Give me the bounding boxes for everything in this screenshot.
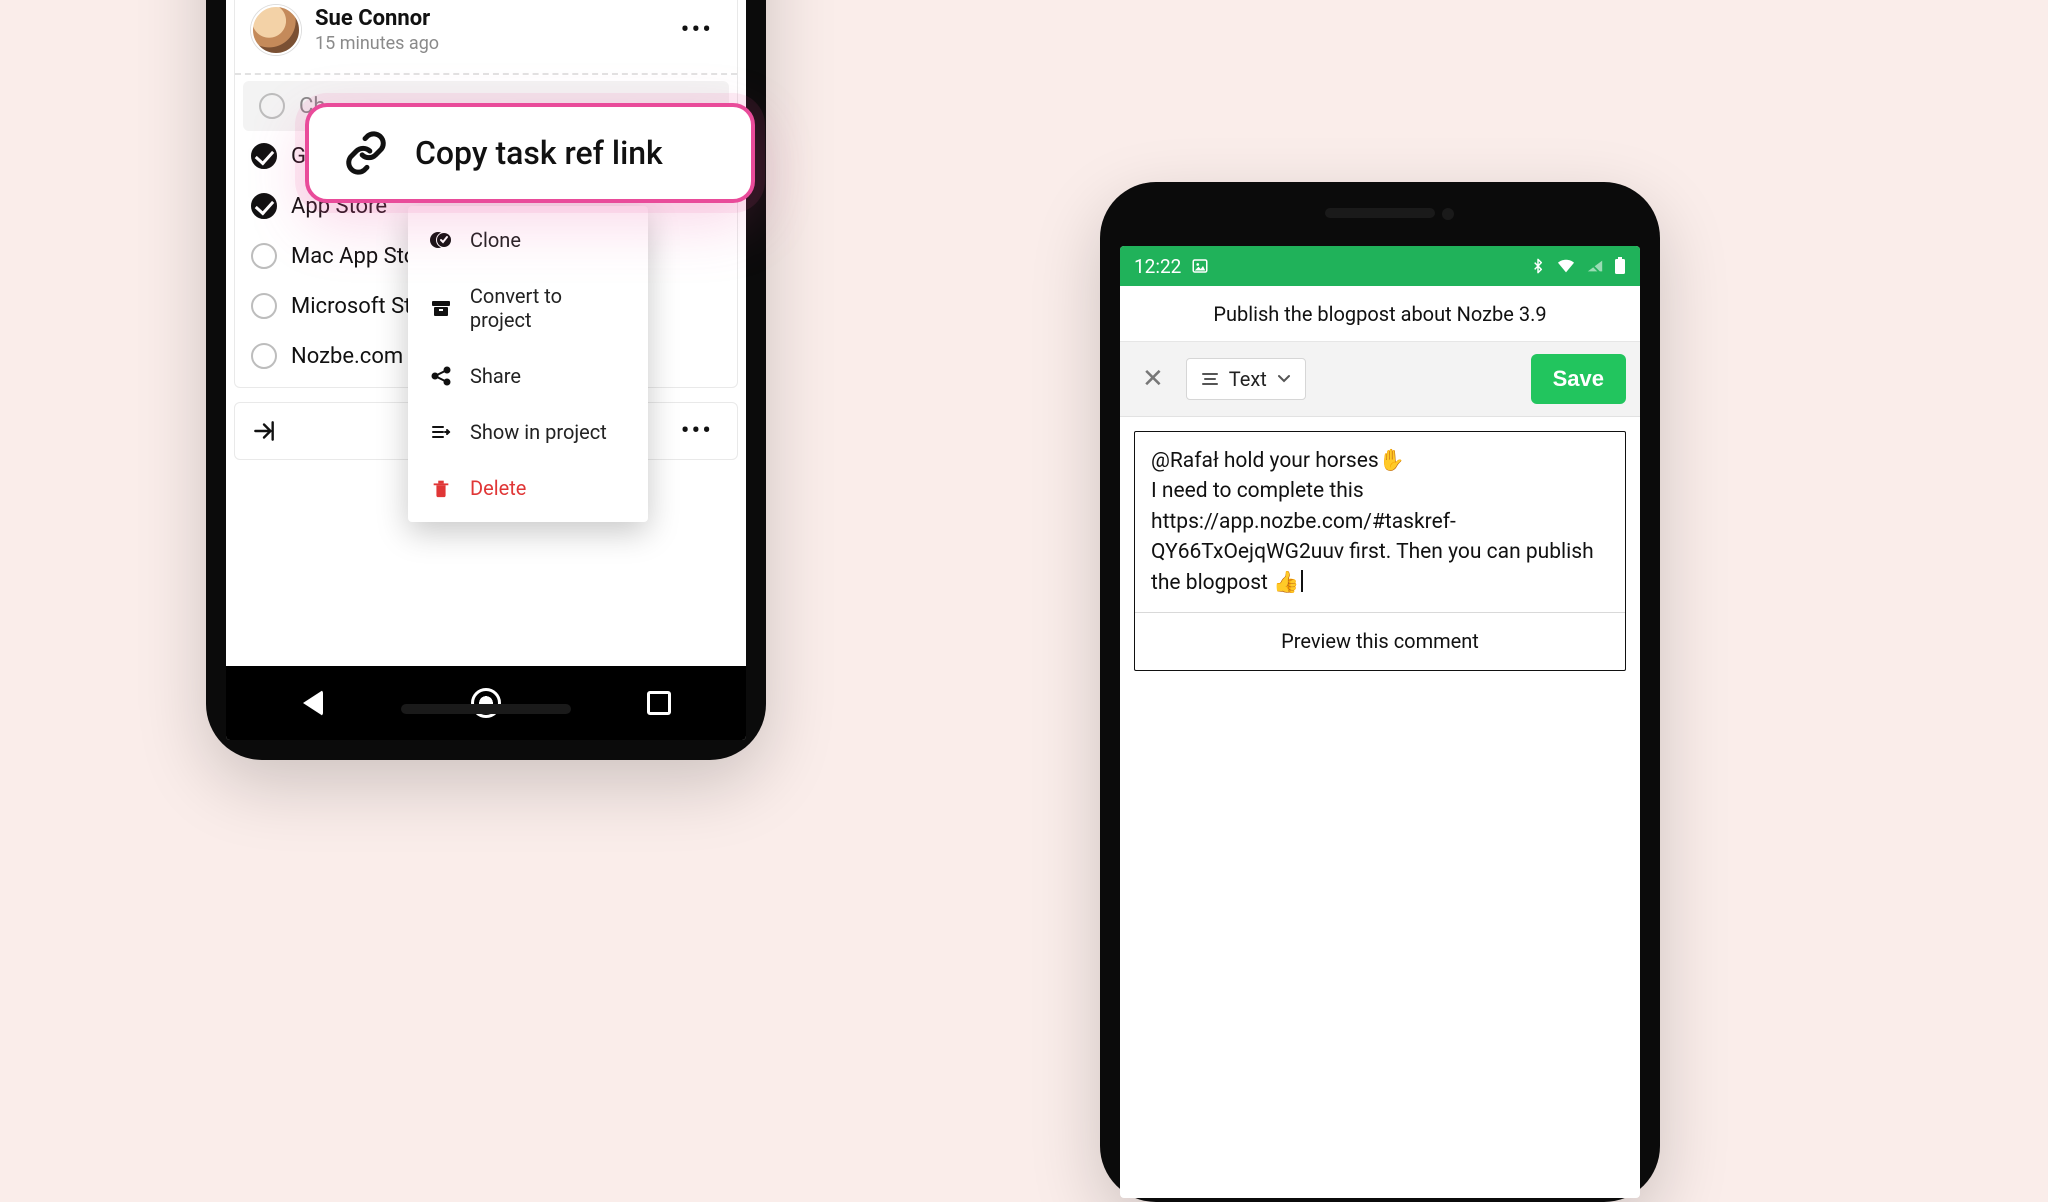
- timestamp: 15 minutes ago: [315, 33, 659, 54]
- menu-item-clone[interactable]: Clone: [408, 212, 648, 268]
- share-icon: [428, 364, 454, 388]
- preview-comment-link[interactable]: Preview this comment: [1135, 612, 1625, 670]
- checkbox[interactable]: [251, 243, 277, 269]
- context-menu: Clone Convert to project Share Show in p…: [408, 206, 648, 522]
- screen-right: 12:22 Publish the blogpost abo: [1120, 246, 1640, 1198]
- bluetooth-icon: [1530, 257, 1546, 275]
- menu-label: Delete: [470, 476, 526, 500]
- more-icon[interactable]: •••: [673, 7, 721, 53]
- copy-task-ref-callout[interactable]: Copy task ref link: [305, 103, 755, 203]
- menu-item-show-in-project[interactable]: Show in project: [408, 404, 648, 460]
- comment-text: @Rafał hold your horses✋ I need to compl…: [1151, 449, 1599, 595]
- avatar: [251, 5, 301, 55]
- trash-icon: [428, 477, 454, 499]
- phone-speaker: [1325, 208, 1435, 218]
- checkbox[interactable]: [251, 293, 277, 319]
- menu-item-delete[interactable]: Delete: [408, 460, 648, 516]
- card-header: Sue Connor 15 minutes ago •••: [235, 0, 737, 69]
- checkbox[interactable]: [259, 93, 285, 119]
- menu-label: Clone: [470, 228, 521, 252]
- compose-toolbar: ✕ Text Save: [1120, 342, 1640, 417]
- battery-icon: [1614, 257, 1626, 275]
- divider: [235, 73, 737, 75]
- signal-icon: [1586, 258, 1604, 274]
- app-title-bar: Publish the blogpost about Nozbe 3.9: [1120, 286, 1640, 342]
- goto-icon: [428, 420, 454, 444]
- nav-back-icon[interactable]: [298, 688, 328, 718]
- menu-label: Show in project: [470, 420, 607, 444]
- more-icon[interactable]: •••: [673, 408, 721, 454]
- checklist-label: Nozbe.com: [291, 344, 403, 369]
- save-button[interactable]: Save: [1531, 354, 1626, 404]
- phone-speaker: [401, 704, 571, 714]
- link-icon: [343, 130, 389, 176]
- comment-editor[interactable]: @Rafał hold your horses✋ I need to compl…: [1134, 431, 1626, 671]
- checkbox[interactable]: [251, 143, 277, 169]
- android-navbar: [226, 666, 746, 740]
- clone-icon: [428, 228, 454, 252]
- menu-label: Convert to project: [470, 284, 628, 332]
- collapse-icon[interactable]: [251, 418, 277, 444]
- page-title: Publish the blogpost about Nozbe 3.9: [1213, 302, 1546, 326]
- checkbox[interactable]: [251, 343, 277, 369]
- format-select[interactable]: Text: [1186, 358, 1306, 400]
- phone-right: 12:22 Publish the blogpost abo: [1100, 182, 1660, 1202]
- archive-icon: [428, 296, 454, 320]
- text-caret: [1301, 570, 1303, 592]
- wifi-icon: [1556, 258, 1576, 274]
- menu-label: Share: [470, 364, 521, 388]
- callout-label: Copy task ref link: [415, 134, 663, 172]
- menu-item-convert[interactable]: Convert to project: [408, 268, 648, 348]
- status-bar: 12:22: [1120, 246, 1640, 286]
- menu-item-share[interactable]: Share: [408, 348, 648, 404]
- close-icon[interactable]: ✕: [1134, 360, 1172, 398]
- nav-recent-icon[interactable]: [644, 688, 674, 718]
- format-select-label: Text: [1229, 367, 1267, 391]
- text-align-icon: [1201, 371, 1219, 387]
- author-name: Sue Connor: [315, 6, 659, 31]
- phone-camera: [1442, 208, 1454, 220]
- checkbox[interactable]: [251, 193, 277, 219]
- image-icon: [1191, 257, 1209, 275]
- status-time: 12:22: [1134, 255, 1181, 278]
- chevron-down-icon: [1277, 374, 1291, 384]
